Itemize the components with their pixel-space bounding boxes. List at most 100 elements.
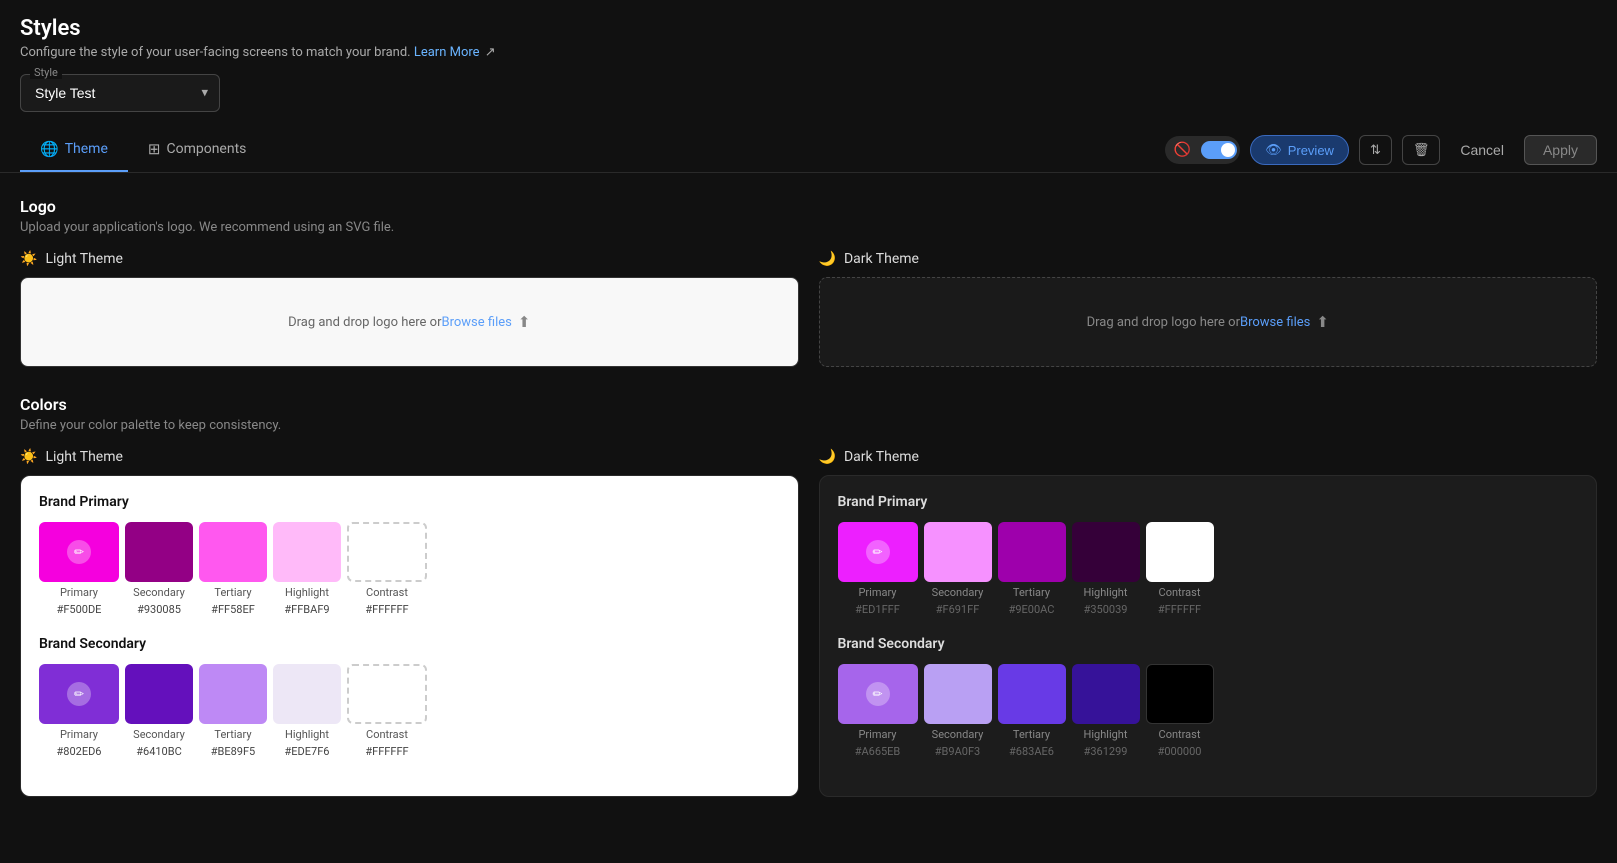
main-content: Logo Upload your application's logo. We … (0, 173, 1617, 821)
dark-primary-swatch[interactable]: ✏ (838, 522, 918, 582)
light-tertiary-swatch[interactable] (199, 522, 267, 582)
sort-icon-button[interactable]: ⇅ (1359, 135, 1392, 165)
tab-theme[interactable]: 🌐 Theme (20, 128, 128, 172)
light-brand-secondary-row: ✏ Primary #802ED6 Secondary #6410BC (39, 664, 780, 758)
logo-light-label: ☀️ Light Theme (20, 251, 799, 267)
dark-sec-highlight-swatch[interactable] (1072, 664, 1140, 724)
moon-icon-colors: 🌙 (819, 449, 836, 465)
tabs: 🌐 Theme ⊞ Components (20, 128, 266, 172)
colors-two-col: ☀️ Light Theme Brand Primary ✏ Primary #… (20, 449, 1597, 797)
light-sec-highlight-swatch[interactable] (273, 664, 341, 724)
tab-components[interactable]: ⊞ Components (128, 128, 267, 172)
light-contrast-swatch[interactable] (347, 522, 427, 582)
logo-two-col: ☀️ Light Theme Drag and drop logo here o… (20, 251, 1597, 367)
browse-files-dark-link[interactable]: Browse files (1240, 315, 1310, 330)
learn-more-link[interactable]: Learn More (414, 45, 480, 60)
upload-icon-light: ⬆ (518, 313, 531, 331)
theme-tab-icon: 🌐 (40, 140, 59, 158)
dark-highlight-swatch[interactable] (1072, 522, 1140, 582)
swatch-wrap: Contrast #000000 (1146, 664, 1214, 758)
dark-brand-primary-row: ✏ Primary #ED1FFF Secondary #F691FF (838, 522, 1579, 616)
sun-icon-colors: ☀️ (20, 449, 37, 465)
colors-subtitle: Define your color palette to keep consis… (20, 418, 1597, 433)
colors-light-col: ☀️ Light Theme Brand Primary ✏ Primary #… (20, 449, 799, 797)
logo-dark-label: 🌙 Dark Theme (819, 251, 1598, 267)
edit-swatch-icon[interactable]: ✏ (866, 540, 890, 564)
cancel-button[interactable]: Cancel (1450, 136, 1514, 164)
dark-brand-primary-title: Brand Primary (838, 494, 1579, 510)
light-primary-swatch[interactable]: ✏ (39, 522, 119, 582)
swatch-wrap: ✏ Primary #F500DE (39, 522, 119, 616)
apply-button[interactable]: Apply (1524, 135, 1597, 165)
light-brand-primary-row: ✏ Primary #F500DE Secondary #930085 (39, 522, 780, 616)
dark-brand-secondary-title: Brand Secondary (838, 636, 1579, 652)
logo-subtitle: Upload your application's logo. We recom… (20, 220, 1597, 235)
dark-tertiary-swatch[interactable] (998, 522, 1066, 582)
swatch-wrap: Highlight #EDE7F6 (273, 664, 341, 758)
light-brand-primary-title: Brand Primary (39, 494, 780, 510)
swatch-wrap: Tertiary #9E00AC (998, 522, 1066, 616)
edit-swatch-icon[interactable]: ✏ (866, 682, 890, 706)
dark-secondary-swatch[interactable] (924, 522, 992, 582)
tabs-toolbar: 🌐 Theme ⊞ Components 🚫 👁 Preview ⇅ 🗑 Can… (0, 128, 1617, 173)
dark-contrast-swatch[interactable] (1146, 522, 1214, 582)
colors-light-label: ☀️ Light Theme (20, 449, 799, 465)
dark-sec-primary-swatch[interactable]: ✏ (838, 664, 918, 724)
browse-files-light-link[interactable]: Browse files (442, 315, 512, 330)
edit-swatch-icon[interactable]: ✏ (67, 682, 91, 706)
components-tab-icon: ⊞ (148, 140, 161, 158)
swatch-wrap: Secondary #6410BC (125, 664, 193, 758)
style-select-wrap: Style Style Test Default Custom ▾ (20, 74, 220, 112)
light-secondary-swatch[interactable] (125, 522, 193, 582)
dark-sec-secondary-swatch[interactable] (924, 664, 992, 724)
logo-light-dropzone[interactable]: Drag and drop logo here or Browse files … (20, 277, 799, 367)
light-sec-contrast-swatch[interactable] (347, 664, 427, 724)
light-sec-primary-swatch[interactable]: ✏ (39, 664, 119, 724)
swatch-wrap: Contrast #FFFFFF (347, 522, 427, 616)
moon-icon: 🌙 (819, 251, 836, 267)
colors-dark-label: 🌙 Dark Theme (819, 449, 1598, 465)
dark-sec-contrast-swatch[interactable] (1146, 664, 1214, 724)
swatch-wrap: Highlight #350039 (1072, 522, 1140, 616)
swatch-wrap: ✏ Primary #802ED6 (39, 664, 119, 758)
swatch-wrap: Highlight #361299 (1072, 664, 1140, 758)
top-bar: Styles Configure the style of your user-… (0, 0, 1617, 112)
logo-dark-dropzone[interactable]: Drag and drop logo here or Browse files … (819, 277, 1598, 367)
colors-section: Colors Define your color palette to keep… (20, 395, 1597, 797)
logo-section: Logo Upload your application's logo. We … (20, 197, 1597, 367)
swatch-wrap: Secondary #F691FF (924, 522, 992, 616)
swatch-wrap: Tertiary #BE89F5 (199, 664, 267, 758)
colors-title: Colors (20, 395, 1597, 414)
page-subtitle: Configure the style of your user-facing … (20, 45, 1597, 60)
eye-icon: 👁 (1265, 142, 1282, 158)
light-highlight-swatch[interactable] (273, 522, 341, 582)
style-select[interactable]: Style Test Default Custom (20, 74, 220, 112)
theme-toggle[interactable]: 🚫 (1165, 136, 1240, 164)
eye-slash-icon: 🚫 (1168, 139, 1197, 161)
light-sec-tertiary-swatch[interactable] (199, 664, 267, 724)
swatch-wrap: Tertiary #FF58EF (199, 522, 267, 616)
sun-icon: ☀️ (20, 251, 37, 267)
style-select-label: Style (30, 66, 62, 79)
logo-light-col: ☀️ Light Theme Drag and drop logo here o… (20, 251, 799, 367)
swatch-wrap: Secondary #930085 (125, 522, 193, 616)
light-sec-secondary-swatch[interactable] (125, 664, 193, 724)
swatch-wrap: Contrast #FFFFFF (347, 664, 427, 758)
toolbar-right: 🚫 👁 Preview ⇅ 🗑 Cancel Apply (1165, 135, 1597, 165)
light-brand-secondary-title: Brand Secondary (39, 636, 780, 652)
preview-button[interactable]: 👁 Preview (1250, 135, 1349, 165)
upload-icon-dark: ⬆ (1316, 313, 1329, 331)
swatch-wrap: Contrast #FFFFFF (1146, 522, 1214, 616)
delete-button[interactable]: 🗑 (1402, 135, 1441, 165)
edit-swatch-icon[interactable]: ✏ (67, 540, 91, 564)
swatch-wrap: ✏ Primary #ED1FFF (838, 522, 918, 616)
toggle-knob[interactable] (1201, 141, 1237, 159)
swatch-wrap: Highlight #FFBAF9 (273, 522, 341, 616)
palette-dark-card: Brand Primary ✏ Primary #ED1FFF Secondar… (819, 475, 1598, 797)
dark-sec-tertiary-swatch[interactable] (998, 664, 1066, 724)
swatch-wrap: Secondary #B9A0F3 (924, 664, 992, 758)
dark-brand-secondary-row: ✏ Primary #A665EB Secondary #B9A0F3 (838, 664, 1579, 758)
logo-title: Logo (20, 197, 1597, 216)
logo-dark-col: 🌙 Dark Theme Drag and drop logo here or … (819, 251, 1598, 367)
colors-dark-col: 🌙 Dark Theme Brand Primary ✏ Primary #ED… (819, 449, 1598, 797)
